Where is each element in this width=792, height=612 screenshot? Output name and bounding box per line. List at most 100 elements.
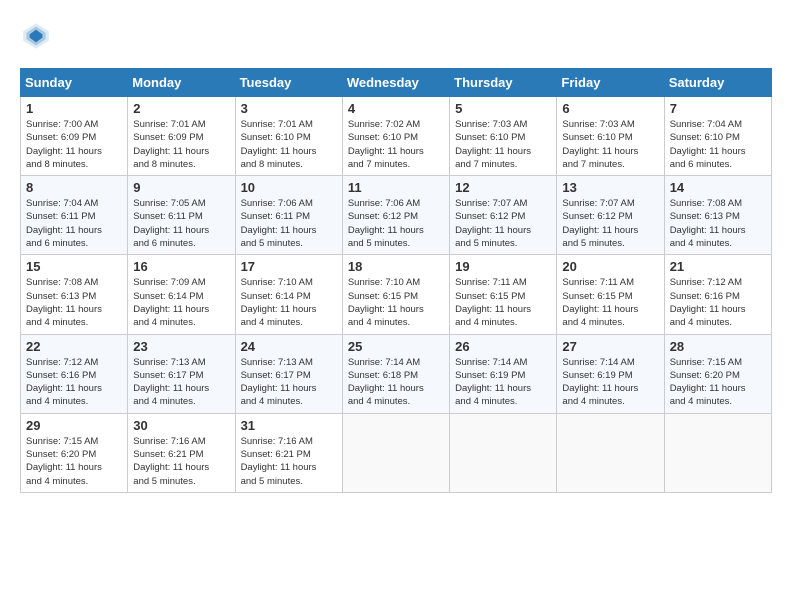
day-header-wednesday: Wednesday [342, 69, 449, 97]
calendar-header-row: SundayMondayTuesdayWednesdayThursdayFrid… [21, 69, 772, 97]
day-info: Sunrise: 7:04 AM Sunset: 6:10 PM Dayligh… [670, 118, 766, 171]
day-info: Sunrise: 7:02 AM Sunset: 6:10 PM Dayligh… [348, 118, 444, 171]
calendar-cell: 19Sunrise: 7:11 AM Sunset: 6:15 PM Dayli… [450, 255, 557, 334]
day-number: 31 [241, 418, 337, 433]
day-number: 2 [133, 101, 229, 116]
day-number: 18 [348, 259, 444, 274]
calendar-cell [342, 413, 449, 492]
day-number: 4 [348, 101, 444, 116]
day-info: Sunrise: 7:13 AM Sunset: 6:17 PM Dayligh… [133, 356, 229, 409]
day-number: 8 [26, 180, 122, 195]
calendar-row: 22 Sunrise: 7:12 AM Sunset: 6:16 PM Dayli… [21, 334, 772, 413]
calendar-row: 15 Sunrise: 7:08 AM Sunset: 6:13 PM Dayli… [21, 255, 772, 334]
calendar-cell: 4 Sunrise: 7:02 AM Sunset: 6:10 PM Daylig… [342, 97, 449, 176]
calendar-row: 29Sunrise: 7:15 AM Sunset: 6:20 PM Dayli… [21, 413, 772, 492]
day-number: 6 [562, 101, 658, 116]
calendar-cell: 7Sunrise: 7:04 AM Sunset: 6:10 PM Daylig… [664, 97, 771, 176]
day-info: Sunrise: 7:11 AM Sunset: 6:15 PM Dayligh… [562, 276, 658, 329]
day-info: Sunrise: 7:08 AM Sunset: 6:13 PM Dayligh… [670, 197, 766, 250]
day-info: Sunrise: 7:03 AM Sunset: 6:10 PM Dayligh… [455, 118, 551, 171]
day-number: 21 [670, 259, 766, 274]
calendar-cell: 27Sunrise: 7:14 AM Sunset: 6:19 PM Dayli… [557, 334, 664, 413]
calendar-cell: 13 Sunrise: 7:07 AM Sunset: 6:12 PM Dayli… [557, 176, 664, 255]
day-header-thursday: Thursday [450, 69, 557, 97]
calendar-cell: 14Sunrise: 7:08 AM Sunset: 6:13 PM Dayli… [664, 176, 771, 255]
day-number: 22 [26, 339, 122, 354]
day-number: 25 [348, 339, 444, 354]
day-header-friday: Friday [557, 69, 664, 97]
calendar-table: SundayMondayTuesdayWednesdayThursdayFrid… [20, 68, 772, 493]
day-number: 23 [133, 339, 229, 354]
day-number: 16 [133, 259, 229, 274]
calendar-cell: 31Sunrise: 7:16 AM Sunset: 6:21 PM Dayli… [235, 413, 342, 492]
day-number: 30 [133, 418, 229, 433]
day-number: 10 [241, 180, 337, 195]
calendar-cell: 12 Sunrise: 7:07 AM Sunset: 6:12 PM Dayli… [450, 176, 557, 255]
day-info: Sunrise: 7:13 AM Sunset: 6:17 PM Dayligh… [241, 356, 337, 409]
day-number: 9 [133, 180, 229, 195]
day-info: Sunrise: 7:12 AM Sunset: 6:16 PM Dayligh… [670, 276, 766, 329]
logo [20, 20, 56, 52]
calendar-cell: 1Sunrise: 7:00 AM Sunset: 6:09 PM Daylig… [21, 97, 128, 176]
calendar-cell: 2 Sunrise: 7:01 AM Sunset: 6:09 PM Daylig… [128, 97, 235, 176]
day-info: Sunrise: 7:01 AM Sunset: 6:10 PM Dayligh… [241, 118, 337, 171]
calendar-cell: 26 Sunrise: 7:14 AM Sunset: 6:19 PM Dayli… [450, 334, 557, 413]
day-number: 11 [348, 180, 444, 195]
day-info: Sunrise: 7:14 AM Sunset: 6:18 PM Dayligh… [348, 356, 444, 409]
day-header-sunday: Sunday [21, 69, 128, 97]
day-info: Sunrise: 7:07 AM Sunset: 6:12 PM Dayligh… [455, 197, 551, 250]
day-info: Sunrise: 7:01 AM Sunset: 6:09 PM Dayligh… [133, 118, 229, 171]
day-number: 26 [455, 339, 551, 354]
calendar-cell: 6 Sunrise: 7:03 AM Sunset: 6:10 PM Daylig… [557, 97, 664, 176]
day-number: 17 [241, 259, 337, 274]
calendar-row: 8 Sunrise: 7:04 AM Sunset: 6:11 PM Daylig… [21, 176, 772, 255]
day-number: 5 [455, 101, 551, 116]
day-info: Sunrise: 7:10 AM Sunset: 6:15 PM Dayligh… [348, 276, 444, 329]
day-info: Sunrise: 7:09 AM Sunset: 6:14 PM Dayligh… [133, 276, 229, 329]
day-info: Sunrise: 7:12 AM Sunset: 6:16 PM Dayligh… [26, 356, 122, 409]
calendar-cell: 21 Sunrise: 7:12 AM Sunset: 6:16 PM Dayli… [664, 255, 771, 334]
calendar-cell: 3 Sunrise: 7:01 AM Sunset: 6:10 PM Daylig… [235, 97, 342, 176]
calendar-cell: 30 Sunrise: 7:16 AM Sunset: 6:21 PM Dayli… [128, 413, 235, 492]
day-number: 20 [562, 259, 658, 274]
day-info: Sunrise: 7:14 AM Sunset: 6:19 PM Dayligh… [455, 356, 551, 409]
calendar-cell: 23 Sunrise: 7:13 AM Sunset: 6:17 PM Dayli… [128, 334, 235, 413]
calendar-cell: 28Sunrise: 7:15 AM Sunset: 6:20 PM Dayli… [664, 334, 771, 413]
calendar-cell: 20 Sunrise: 7:11 AM Sunset: 6:15 PM Dayli… [557, 255, 664, 334]
calendar-cell: 8 Sunrise: 7:04 AM Sunset: 6:11 PM Daylig… [21, 176, 128, 255]
day-number: 12 [455, 180, 551, 195]
day-header-tuesday: Tuesday [235, 69, 342, 97]
day-number: 28 [670, 339, 766, 354]
day-number: 27 [562, 339, 658, 354]
day-number: 19 [455, 259, 551, 274]
day-info: Sunrise: 7:08 AM Sunset: 6:13 PM Dayligh… [26, 276, 122, 329]
day-info: Sunrise: 7:06 AM Sunset: 6:11 PM Dayligh… [241, 197, 337, 250]
day-info: Sunrise: 7:03 AM Sunset: 6:10 PM Dayligh… [562, 118, 658, 171]
page-header [20, 20, 772, 52]
day-info: Sunrise: 7:06 AM Sunset: 6:12 PM Dayligh… [348, 197, 444, 250]
calendar-cell: 29Sunrise: 7:15 AM Sunset: 6:20 PM Dayli… [21, 413, 128, 492]
calendar-cell: 22 Sunrise: 7:12 AM Sunset: 6:16 PM Dayli… [21, 334, 128, 413]
calendar-cell: 10 Sunrise: 7:06 AM Sunset: 6:11 PM Dayli… [235, 176, 342, 255]
calendar-cell: 5 Sunrise: 7:03 AM Sunset: 6:10 PM Daylig… [450, 97, 557, 176]
day-info: Sunrise: 7:10 AM Sunset: 6:14 PM Dayligh… [241, 276, 337, 329]
calendar-cell: 15 Sunrise: 7:08 AM Sunset: 6:13 PM Dayli… [21, 255, 128, 334]
day-number: 3 [241, 101, 337, 116]
day-info: Sunrise: 7:04 AM Sunset: 6:11 PM Dayligh… [26, 197, 122, 250]
calendar-row: 1Sunrise: 7:00 AM Sunset: 6:09 PM Daylig… [21, 97, 772, 176]
day-number: 15 [26, 259, 122, 274]
calendar-cell [450, 413, 557, 492]
calendar-cell: 9 Sunrise: 7:05 AM Sunset: 6:11 PM Daylig… [128, 176, 235, 255]
day-number: 24 [241, 339, 337, 354]
calendar-cell [557, 413, 664, 492]
day-info: Sunrise: 7:05 AM Sunset: 6:11 PM Dayligh… [133, 197, 229, 250]
day-number: 13 [562, 180, 658, 195]
day-info: Sunrise: 7:16 AM Sunset: 6:21 PM Dayligh… [133, 435, 229, 488]
calendar-cell: 18 Sunrise: 7:10 AM Sunset: 6:15 PM Dayli… [342, 255, 449, 334]
calendar-cell: 17 Sunrise: 7:10 AM Sunset: 6:14 PM Dayli… [235, 255, 342, 334]
day-info: Sunrise: 7:07 AM Sunset: 6:12 PM Dayligh… [562, 197, 658, 250]
logo-icon [20, 20, 52, 52]
day-info: Sunrise: 7:15 AM Sunset: 6:20 PM Dayligh… [26, 435, 122, 488]
day-header-monday: Monday [128, 69, 235, 97]
calendar-cell: 11 Sunrise: 7:06 AM Sunset: 6:12 PM Dayli… [342, 176, 449, 255]
